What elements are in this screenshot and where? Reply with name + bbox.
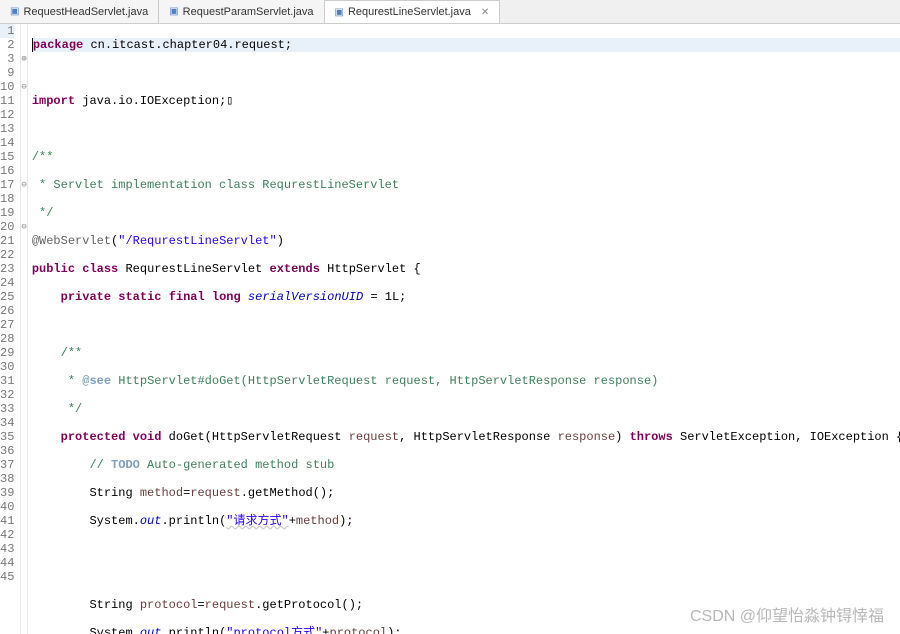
doc-tag: @see (82, 374, 111, 388)
comment: // (89, 458, 111, 472)
keyword: package (33, 38, 83, 52)
code-text: cn.itcast.chapter04.request; (83, 38, 292, 52)
keyword: protected (61, 430, 126, 444)
code-text: ServletException, IOException { (673, 430, 900, 444)
tab-requrestlineservlet[interactable]: ▣ RequrestLineServlet.java ✕ (325, 0, 501, 23)
tab-label: RequestParamServlet.java (183, 6, 314, 18)
keyword: extends (270, 262, 320, 276)
code-area[interactable]: package cn.itcast.chapter04.request; imp… (28, 24, 900, 634)
string: "protocol方式" (226, 626, 322, 634)
watermark: CSDN @仰望怡淼钟锝悻福 (690, 602, 884, 626)
var: method (140, 486, 183, 500)
tab-requestheadservlet[interactable]: ▣ RequestHeadServlet.java (0, 0, 159, 23)
comment: Auto-generated method stub (140, 458, 334, 472)
code-text: HttpServlet { (320, 262, 421, 276)
param: request (349, 430, 399, 444)
keyword: class (82, 262, 118, 276)
keyword: private (61, 290, 111, 304)
comment: * Servlet implementation class RequrestL… (32, 178, 399, 192)
code-text: ) (615, 430, 629, 444)
java-file-icon: ▣ (169, 6, 178, 17)
keyword: void (133, 430, 162, 444)
code-text: .println( (161, 626, 226, 634)
editor-tabs: ▣ RequestHeadServlet.java ▣ RequestParam… (0, 0, 900, 24)
comment: HttpServlet#doGet(HttpServletRequest req… (111, 374, 658, 388)
code-text: String (89, 486, 139, 500)
code-text: + (322, 626, 329, 634)
tab-label: RequestHeadServlet.java (23, 6, 148, 18)
code-text: = (197, 598, 204, 612)
code-text: RequrestLineServlet (118, 262, 269, 276)
java-file-icon: ▣ (10, 6, 19, 17)
tab-requestparamservlet[interactable]: ▣ RequestParamServlet.java (159, 0, 324, 23)
string: "请求方式" (226, 514, 288, 528)
comment: */ (61, 402, 83, 416)
code-editor[interactable]: 1239101112131415161718192021222324252627… (0, 24, 900, 634)
code-text: doGet(HttpServletRequest (161, 430, 348, 444)
keyword: long (212, 290, 241, 304)
code-text: ); (387, 626, 401, 634)
code-text: java.io.IOException; (75, 94, 226, 108)
todo-tag: TODO (111, 458, 140, 472)
var: protocol (140, 598, 198, 612)
comment: */ (32, 206, 54, 220)
close-icon[interactable]: ✕ (481, 7, 489, 18)
line-number-gutter: 1239101112131415161718192021222324252627… (0, 24, 21, 634)
code-text: = 1L; (363, 290, 406, 304)
code-text: + (289, 514, 296, 528)
java-file-icon: ▣ (335, 7, 344, 18)
keyword: static (118, 290, 161, 304)
field: out (140, 626, 162, 634)
comment: /** (32, 150, 54, 164)
code-text: .println( (161, 514, 226, 528)
field: serialVersionUID (248, 290, 363, 304)
annotation: @WebServlet (32, 234, 111, 248)
param: response (558, 430, 616, 444)
code-text: , HttpServletResponse (399, 430, 557, 444)
code-text: .getMethod(); (241, 486, 335, 500)
code-text: System. (89, 514, 139, 528)
var: request (190, 486, 240, 500)
code-text: String (89, 598, 139, 612)
field: out (140, 514, 162, 528)
keyword: final (169, 290, 205, 304)
comment: /** (61, 346, 83, 360)
code-text: .getProtocol(); (255, 598, 363, 612)
code-text: ); (339, 514, 353, 528)
keyword: public (32, 262, 75, 276)
code-text: System. (89, 626, 139, 634)
tab-label: RequrestLineServlet.java (348, 6, 471, 18)
var: method (296, 514, 339, 528)
comment: * (61, 374, 83, 388)
string: "/RequrestLineServlet" (118, 234, 276, 248)
var: protocol (330, 626, 388, 634)
keyword: import (32, 94, 75, 108)
var: request (205, 598, 255, 612)
keyword: throws (630, 430, 673, 444)
